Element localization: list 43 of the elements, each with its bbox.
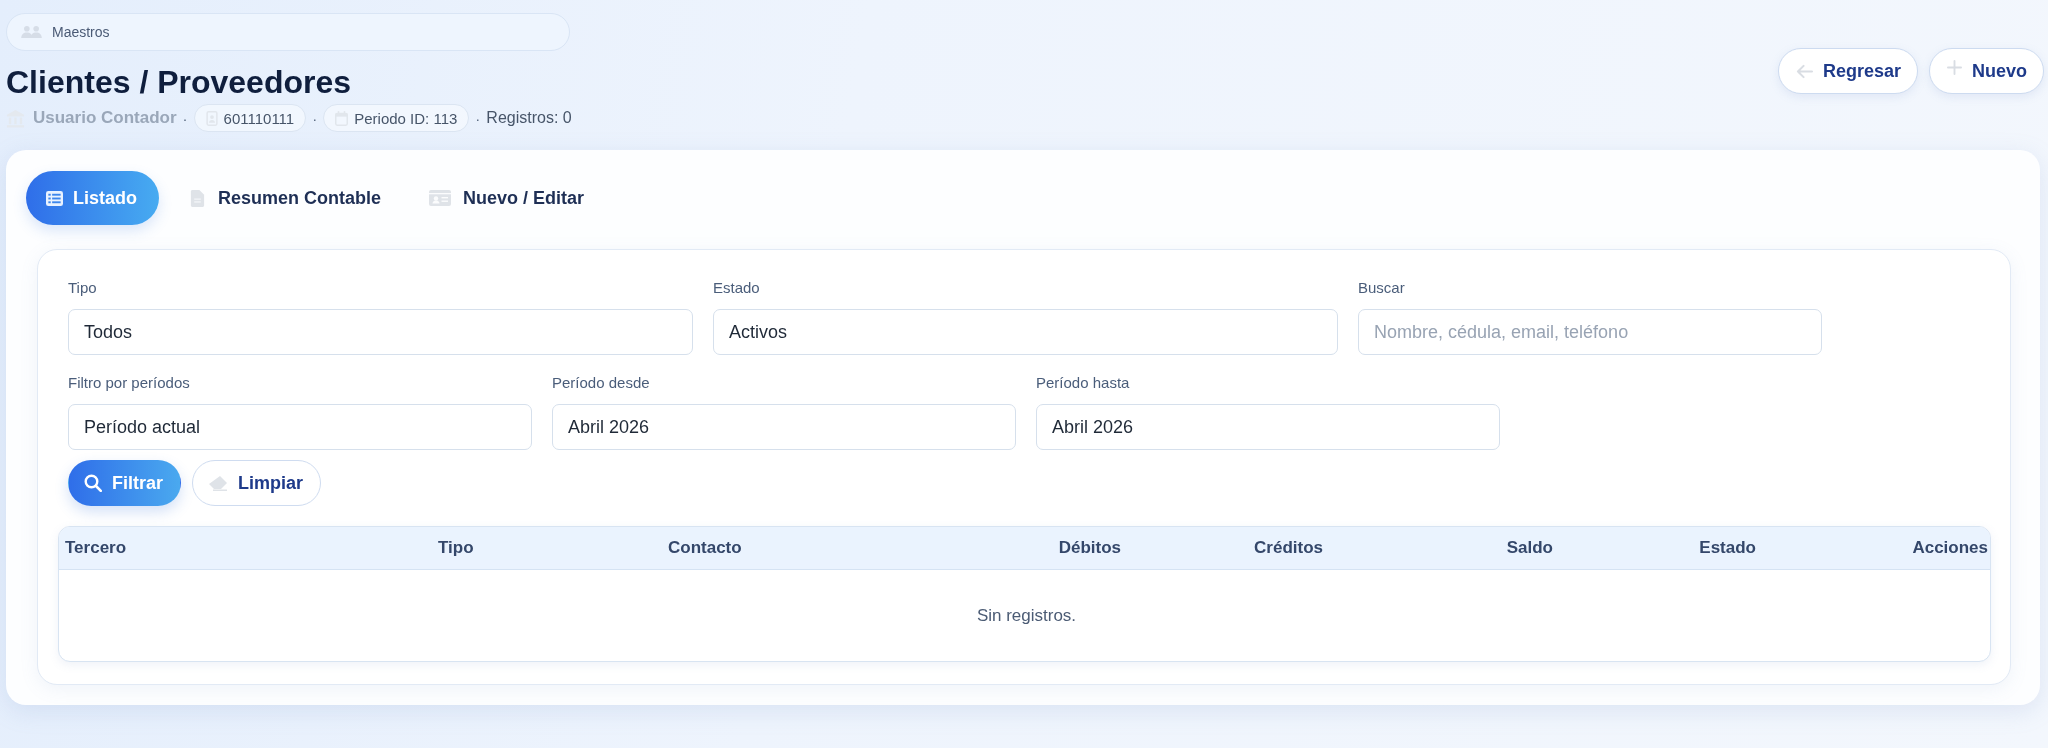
field-label: Buscar — [1358, 278, 1406, 298]
user-name: Usuario Contador — [33, 108, 177, 128]
users-icon — [21, 25, 42, 39]
plus-icon — [1947, 59, 1962, 75]
list-icon — [46, 189, 63, 207]
select-field[interactable]: Abril 2026 — [1036, 404, 1500, 450]
column-header: Débitos — [922, 527, 1127, 570]
field-label: Tipo — [68, 278, 98, 298]
clear-button[interactable]: Limpiar — [192, 460, 322, 506]
select-field[interactable]: Todos — [68, 309, 693, 355]
new-button[interactable]: Nuevo — [1929, 48, 2044, 94]
column-header: Tercero — [59, 527, 432, 570]
eraser-icon — [208, 475, 228, 491]
empty-message: Sin registros. — [59, 569, 1990, 661]
document-icon — [189, 189, 206, 207]
document-number: 601110111 — [223, 109, 295, 127]
page-title: Clientes / Proveedores — [6, 63, 353, 101]
search-icon — [84, 474, 102, 492]
record-count: Registros: 0 — [486, 109, 572, 127]
column-header: Créditos — [1127, 527, 1329, 570]
select-field[interactable]: Activos — [713, 309, 1338, 355]
arrow-left-icon — [1795, 63, 1813, 79]
column-header: Saldo — [1329, 527, 1559, 570]
period-id: Periodo ID: 113 — [354, 109, 458, 127]
id-card-icon — [429, 190, 452, 206]
back-button[interactable]: Regresar — [1777, 48, 1918, 94]
column-header: Tipo — [432, 527, 662, 570]
field-label: Período hasta — [1036, 373, 1131, 393]
separator-dot: · — [182, 109, 188, 127]
breadcrumb[interactable]: Maestros — [6, 13, 570, 51]
field-label: Filtro por períodos — [68, 373, 191, 393]
field-label: Período desde — [552, 373, 651, 393]
column-header: Estado — [1559, 527, 1762, 570]
tab[interactable]: Resumen Contable — [171, 171, 400, 225]
search-field[interactable]: Nombre, cédula, email, teléfono — [1358, 309, 1822, 355]
select-field[interactable]: Abril 2026 — [552, 404, 1016, 450]
column-header: Contacto — [662, 527, 922, 570]
column-header: Acciones — [1762, 527, 1990, 570]
separator-dot: · — [312, 109, 318, 127]
tab[interactable]: Nuevo / Editar — [411, 171, 603, 225]
separator-dot: · — [475, 109, 481, 127]
field-label: Estado — [713, 278, 761, 298]
select-field[interactable]: Período actual — [68, 404, 532, 450]
